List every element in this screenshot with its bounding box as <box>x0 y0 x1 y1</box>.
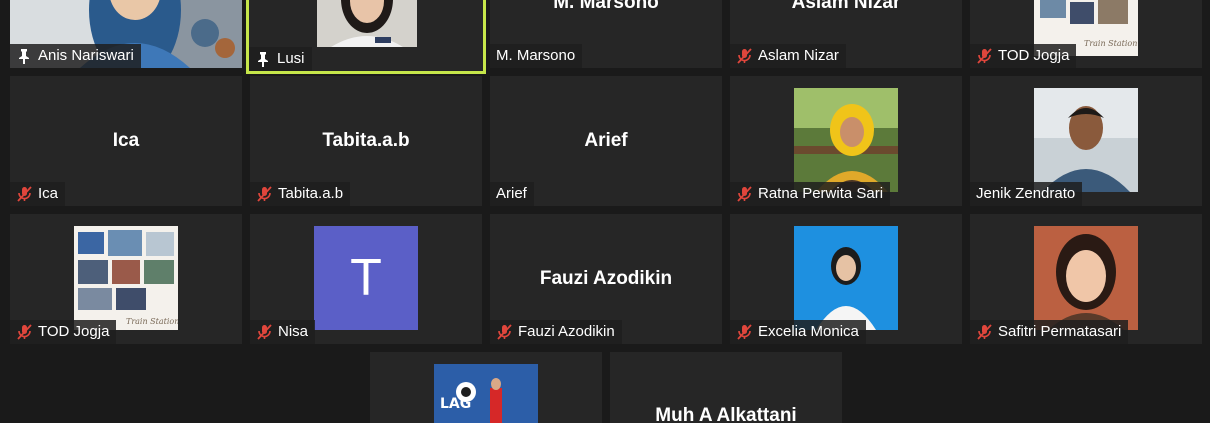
participant-name: Jenik Zendrato <box>976 185 1076 202</box>
svg-text:Train Station: Train Station <box>126 317 178 326</box>
participant-tile[interactable]: Excelia Monica <box>730 214 962 344</box>
participant-display-name: Muh A Alkattani <box>655 405 797 423</box>
participant-name: TOD Jogja <box>998 47 1070 64</box>
participant-name-tag: Lusi <box>249 47 312 71</box>
participant-name: Ratna Perwita Sari <box>758 185 884 202</box>
participant-tile[interactable]: M. Marsono M. Marsono <box>490 0 722 68</box>
participant-tile[interactable]: Aslam Nizar Aslam Nizar <box>730 0 962 68</box>
muted-mic-icon <box>737 186 752 202</box>
participant-name-tag: M. Marsono <box>490 44 583 68</box>
participant-tile[interactable]: Anis Nariswari <box>10 0 242 68</box>
participant-tile[interactable]: Train Station TOD Jogja <box>970 0 1202 68</box>
muted-mic-icon <box>737 324 752 340</box>
participant-name-tag: TOD Jogja <box>10 320 117 344</box>
participant-name: Excelia Monica <box>758 323 859 340</box>
participant-video <box>317 0 417 47</box>
participant-name: Ica <box>38 185 59 202</box>
participant-tile[interactable]: Safitri Permatasari <box>970 214 1202 344</box>
participant-name: Lusi <box>277 50 305 67</box>
participant-name-tag: Fauzi Azodikin <box>490 320 622 344</box>
muted-mic-icon <box>257 186 272 202</box>
participant-tile[interactable]: Tabita.a.b Tabita.a.b <box>250 76 482 206</box>
pin-icon <box>19 49 29 64</box>
participant-video <box>794 226 898 330</box>
participant-tile[interactable]: Muh A Alkattani <box>610 352 842 423</box>
participant-tile[interactable]: Arief Arief <box>490 76 722 206</box>
participant-tile-active-speaker[interactable]: Lusi <box>246 0 486 74</box>
muted-mic-icon <box>17 186 32 202</box>
participant-tile[interactable]: Train Station TOD Jogja <box>10 214 242 344</box>
participant-display-name: Fauzi Azodikin <box>539 268 673 289</box>
participant-display-name: Ica <box>112 130 140 151</box>
participant-video <box>1034 226 1138 330</box>
participant-name: Anis Nariswari <box>38 47 134 64</box>
participant-tile[interactable]: Jenik Zendrato <box>970 76 1202 206</box>
participant-tile[interactable]: T Nisa <box>250 214 482 344</box>
participant-tile[interactable]: Fauzi Azodikin Fauzi Azodikin <box>490 214 722 344</box>
participant-video <box>794 88 898 192</box>
participant-video: Train Station <box>74 226 178 330</box>
muted-mic-icon <box>737 48 752 64</box>
muted-mic-icon <box>497 324 512 340</box>
svg-text:Train Station: Train Station <box>1084 39 1137 48</box>
participant-display-name: M. Marsono <box>553 0 659 13</box>
participant-name: Safitri Permatasari <box>998 323 1122 340</box>
participant-display-name: Arief <box>584 130 628 151</box>
participant-name-tag: Nisa <box>250 320 316 344</box>
participant-avatar: T <box>314 226 418 330</box>
participant-name-tag: Jenik Zendrato <box>970 182 1083 206</box>
muted-mic-icon <box>17 324 32 340</box>
participant-display-name: Aslam Nizar <box>791 0 901 13</box>
participant-name-tag: Safitri Permatasari <box>970 320 1129 344</box>
svg-text:LAG: LAG <box>440 396 471 412</box>
participant-tile[interactable]: LAG <box>370 352 602 423</box>
muted-mic-icon <box>977 48 992 64</box>
participant-name: TOD Jogja <box>38 323 110 340</box>
participant-name-tag: Ratna Perwita Sari <box>730 182 891 206</box>
participant-name: M. Marsono <box>496 47 576 64</box>
avatar-initial: T <box>350 249 382 307</box>
participant-name: Arief <box>496 185 527 202</box>
participant-name: Tabita.a.b <box>278 185 344 202</box>
participant-name: Fauzi Azodikin <box>518 323 615 340</box>
muted-mic-icon <box>977 324 992 340</box>
participant-display-name: Tabita.a.b <box>322 130 410 151</box>
participant-video: LAG <box>434 364 538 423</box>
participant-name-tag: TOD Jogja <box>970 44 1077 68</box>
participant-name-tag: Tabita.a.b <box>250 182 351 206</box>
participant-tile[interactable]: Ica Ica <box>10 76 242 206</box>
pin-icon <box>258 52 268 67</box>
participant-tile[interactable]: Ratna Perwita Sari <box>730 76 962 206</box>
participant-name-tag: Excelia Monica <box>730 320 866 344</box>
participant-name-tag: Arief <box>490 182 534 206</box>
participant-video <box>1034 88 1138 192</box>
participant-name: Nisa <box>278 323 309 340</box>
participant-name-tag: Ica <box>10 182 66 206</box>
participant-name-tag: Anis Nariswari <box>10 44 141 68</box>
participant-name: Aslam Nizar <box>758 47 839 64</box>
muted-mic-icon <box>257 324 272 340</box>
participant-name-tag: Aslam Nizar <box>730 44 846 68</box>
